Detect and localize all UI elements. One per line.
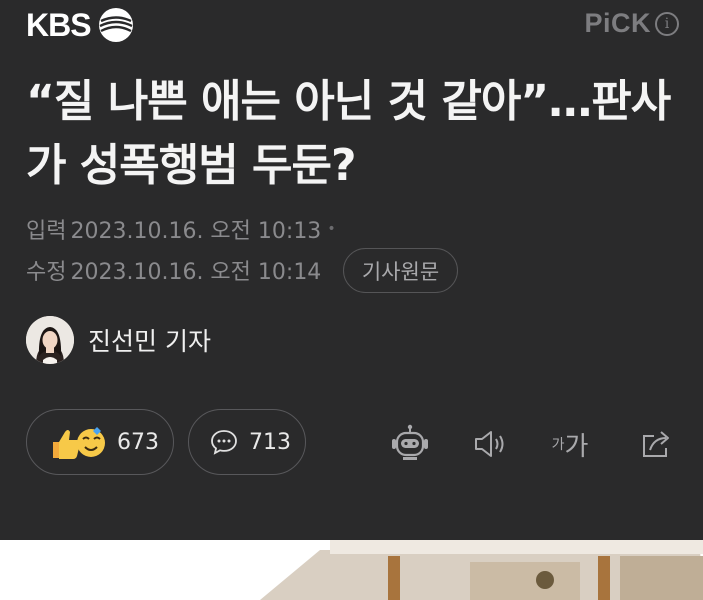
listen-button[interactable]: [466, 420, 514, 468]
share-icon: [643, 431, 669, 457]
reaction-count: 673: [117, 429, 159, 455]
entered-label: 입력: [26, 219, 67, 244]
font-big-label: 가: [564, 431, 589, 462]
reaction-button[interactable]: 673: [26, 409, 174, 475]
entered-time: 2023.10.16. 오전 10:13: [70, 219, 322, 244]
comment-count: 713: [249, 429, 291, 455]
font-size-button[interactable]: 가가: [546, 420, 594, 468]
robot-icon: [392, 424, 428, 460]
speaker-icon: [475, 431, 504, 457]
avatar: [26, 316, 74, 364]
separator-dot: •: [327, 221, 336, 237]
kbs-logo-icon: [98, 8, 133, 42]
info-icon[interactable]: i: [655, 11, 679, 36]
original-article-button[interactable]: 기사원문: [343, 248, 458, 293]
share-button[interactable]: [632, 420, 680, 468]
pick-badge[interactable]: PiCK i: [584, 8, 679, 39]
entered-timestamp: 입력 2023.10.16. 오전 10:13 •: [26, 213, 336, 245]
top-bar: KBS PiCK i: [0, 0, 703, 50]
font-small-label: 가: [551, 437, 565, 453]
author-photo-icon: [26, 316, 74, 364]
comment-bubble-icon: [211, 430, 237, 455]
author-name: 진선민 기자: [88, 327, 211, 356]
modified-label: 수정: [26, 260, 67, 285]
logo-text: KBS: [26, 6, 92, 43]
article-photo: [0, 540, 703, 600]
kbs-logo[interactable]: KBS: [26, 4, 137, 46]
thumbs-up-emoji-icon: [47, 422, 117, 462]
author-info[interactable]: 진선민 기자: [26, 316, 211, 364]
comment-button[interactable]: 713: [188, 409, 306, 475]
modified-timestamp: 수정 2023.10.16. 오전 10:14: [26, 254, 321, 286]
modified-time: 2023.10.16. 오전 10:14: [70, 260, 322, 285]
robot-summary-button[interactable]: [386, 420, 434, 468]
article-title: “질 나쁜 애는 아닌 것 같아”…판사가 성폭행범 두둔?: [26, 76, 671, 191]
courtroom-image-icon: [0, 540, 703, 600]
pick-label: PiCK: [584, 8, 651, 38]
